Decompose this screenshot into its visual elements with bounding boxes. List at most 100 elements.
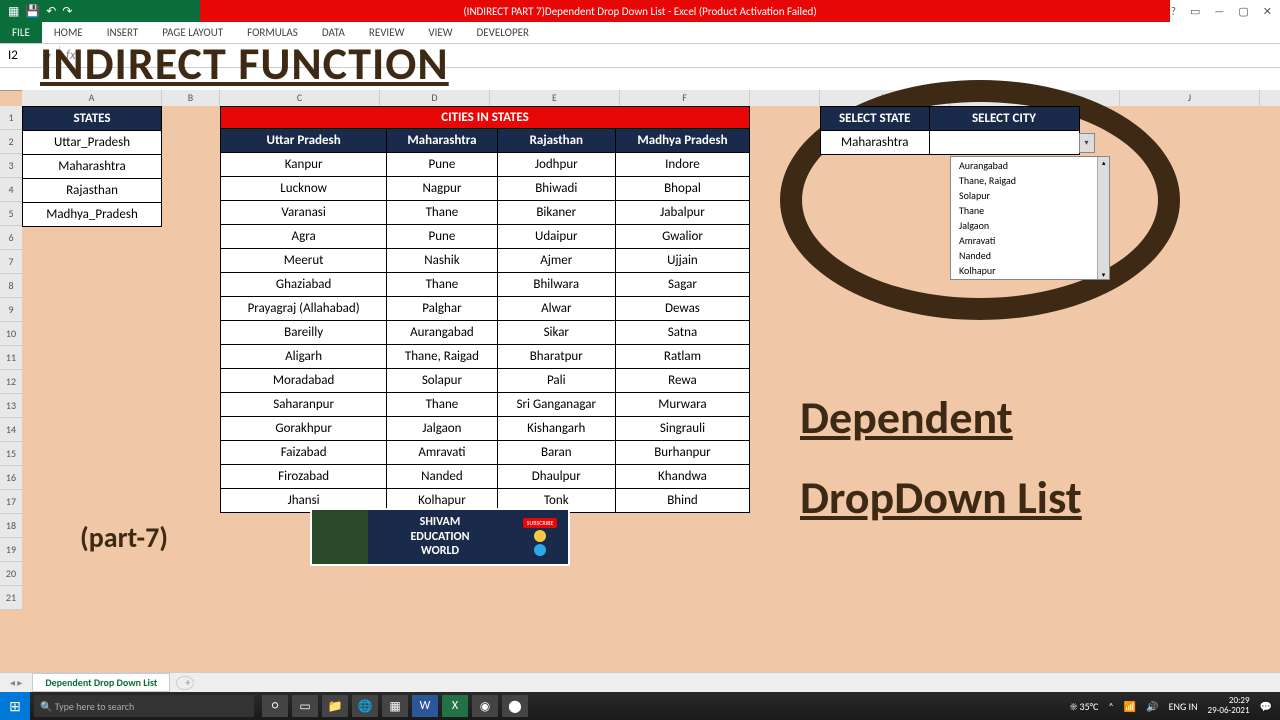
city-cell[interactable]: Lucknow: [221, 177, 387, 201]
city-cell[interactable]: Rewa: [615, 369, 749, 393]
word-icon[interactable]: W: [412, 695, 438, 717]
row-1[interactable]: 1: [0, 106, 22, 130]
city-cell[interactable]: Thane, Raigad: [387, 345, 497, 369]
tray-chevron-icon[interactable]: ˄: [1108, 700, 1113, 713]
col-B[interactable]: B: [162, 90, 220, 106]
row-13[interactable]: 13: [0, 394, 22, 418]
row-20[interactable]: 20: [0, 562, 22, 586]
maximize-icon[interactable]: ▢: [1238, 5, 1248, 18]
dropdown-option[interactable]: Kolhapur: [955, 263, 1105, 278]
ribbon-options-icon[interactable]: ▭: [1190, 5, 1200, 18]
chrome-icon[interactable]: ◉: [472, 695, 498, 717]
weather[interactable]: ☀ 35°C: [1070, 700, 1098, 713]
city-cell[interactable]: Agra: [221, 225, 387, 249]
start-button[interactable]: ⊞: [0, 692, 30, 720]
city-cell[interactable]: Nanded: [387, 465, 497, 489]
city-cell[interactable]: Sikar: [497, 321, 615, 345]
col-E[interactable]: E: [490, 90, 620, 106]
city-cell[interactable]: Jodhpur: [497, 153, 615, 177]
city-cell[interactable]: Thane: [387, 201, 497, 225]
city-cell[interactable]: Dhaulpur: [497, 465, 615, 489]
dropdown-scrollbar[interactable]: [1097, 157, 1109, 279]
row-10[interactable]: 10: [0, 322, 22, 346]
city-cell[interactable]: Sri Ganganagar: [497, 393, 615, 417]
row-7[interactable]: 7: [0, 250, 22, 274]
clock[interactable]: 20:29 29-06-2021: [1208, 696, 1250, 716]
city-cell[interactable]: Bharatpur: [497, 345, 615, 369]
col-blank[interactable]: [750, 90, 820, 106]
dropdown-option[interactable]: Thane, Raigad: [955, 173, 1105, 188]
dropdown-option[interactable]: Nanded: [955, 248, 1105, 263]
row-8[interactable]: 8: [0, 274, 22, 298]
city-cell[interactable]: Gwalior: [615, 225, 749, 249]
city-cell[interactable]: Saharanpur: [221, 393, 387, 417]
city-cell[interactable]: Amravati: [387, 441, 497, 465]
city-cell[interactable]: Varanasi: [221, 201, 387, 225]
wifi-icon[interactable]: 📶: [1124, 700, 1136, 713]
sheet-tab-active[interactable]: Dependent Drop Down List: [32, 673, 170, 692]
volume-icon[interactable]: 🔊: [1146, 700, 1158, 713]
bell-icon[interactable]: [534, 530, 546, 542]
col-A[interactable]: A: [22, 90, 162, 106]
notifications-icon[interactable]: 💬: [1260, 700, 1272, 713]
subscribe-button[interactable]: SUBSCRIBE: [523, 518, 558, 528]
city-cell[interactable]: Bareilly: [221, 321, 387, 345]
city-cell[interactable]: Murwara: [615, 393, 749, 417]
city-cell[interactable]: Jabalpur: [615, 201, 749, 225]
row-12[interactable]: 12: [0, 370, 22, 394]
row-5[interactable]: 5: [0, 202, 22, 226]
city-cell[interactable]: Khandwa: [615, 465, 749, 489]
city-cell[interactable]: Pune: [387, 225, 497, 249]
city-cell[interactable]: Bhilwara: [497, 273, 615, 297]
file-tab[interactable]: FILE: [0, 22, 42, 43]
taskview-icon[interactable]: ▭: [292, 695, 318, 717]
city-cell[interactable]: Moradabad: [221, 369, 387, 393]
worksheet[interactable]: ABCDEFHIJ 123456789101112131415161718192…: [0, 90, 1280, 672]
city-cell[interactable]: Bhopal: [615, 177, 749, 201]
row-3[interactable]: 3: [0, 154, 22, 178]
obs-icon[interactable]: ⬤: [502, 695, 528, 717]
state-cell[interactable]: Maharashtra: [23, 155, 162, 179]
ribbon-tab-developer[interactable]: DEVELOPER: [465, 22, 541, 43]
app-icon[interactable]: ▦: [382, 695, 408, 717]
new-sheet-button[interactable]: +: [176, 676, 194, 690]
city-cell[interactable]: Jalgaon: [387, 417, 497, 441]
city-cell[interactable]: Prayagraj (Allahabad): [221, 297, 387, 321]
city-cell[interactable]: Sagar: [615, 273, 749, 297]
city-cell[interactable]: Alwar: [497, 297, 615, 321]
city-cell[interactable]: Pali: [497, 369, 615, 393]
col-I[interactable]: I: [950, 90, 1120, 106]
row-14[interactable]: 14: [0, 418, 22, 442]
city-cell[interactable]: Burhanpur: [615, 441, 749, 465]
state-cell[interactable]: Madhya_Pradesh: [23, 203, 162, 227]
city-cell[interactable]: Thane: [387, 393, 497, 417]
city-cell[interactable]: Firozabad: [221, 465, 387, 489]
row-18[interactable]: 18: [0, 514, 22, 538]
redo-icon[interactable]: ↷: [62, 4, 72, 19]
city-cell[interactable]: Solapur: [387, 369, 497, 393]
dropdown-option[interactable]: Aurangabad: [955, 158, 1105, 173]
language[interactable]: ENG IN: [1169, 700, 1198, 713]
dropdown-option[interactable]: Amravati: [955, 233, 1105, 248]
row-4[interactable]: 4: [0, 178, 22, 202]
row-19[interactable]: 19: [0, 538, 22, 562]
city-cell[interactable]: Indore: [615, 153, 749, 177]
col-D[interactable]: D: [380, 90, 490, 106]
city-cell[interactable]: Palghar: [387, 297, 497, 321]
city-cell[interactable]: Gorakhpur: [221, 417, 387, 441]
city-cell[interactable]: Nagpur: [387, 177, 497, 201]
col-H[interactable]: H: [820, 90, 950, 106]
city-cell[interactable]: Dewas: [615, 297, 749, 321]
city-cell[interactable]: Kishangarh: [497, 417, 615, 441]
edge-icon[interactable]: 🌐: [352, 695, 378, 717]
city-cell[interactable]: Thane: [387, 273, 497, 297]
sheet-nav-prev[interactable]: ◂ ▸: [0, 676, 32, 689]
row-9[interactable]: 9: [0, 298, 22, 322]
city-cell[interactable]: Meerut: [221, 249, 387, 273]
city-cell[interactable]: Faizabad: [221, 441, 387, 465]
city-cell[interactable]: Aligarh: [221, 345, 387, 369]
city-cell[interactable]: Bhind: [615, 489, 749, 513]
dropdown-list[interactable]: AurangabadThane, RaigadSolapurThaneJalga…: [950, 156, 1110, 280]
city-cell[interactable]: Baran: [497, 441, 615, 465]
cortana-icon[interactable]: ○: [262, 695, 288, 717]
